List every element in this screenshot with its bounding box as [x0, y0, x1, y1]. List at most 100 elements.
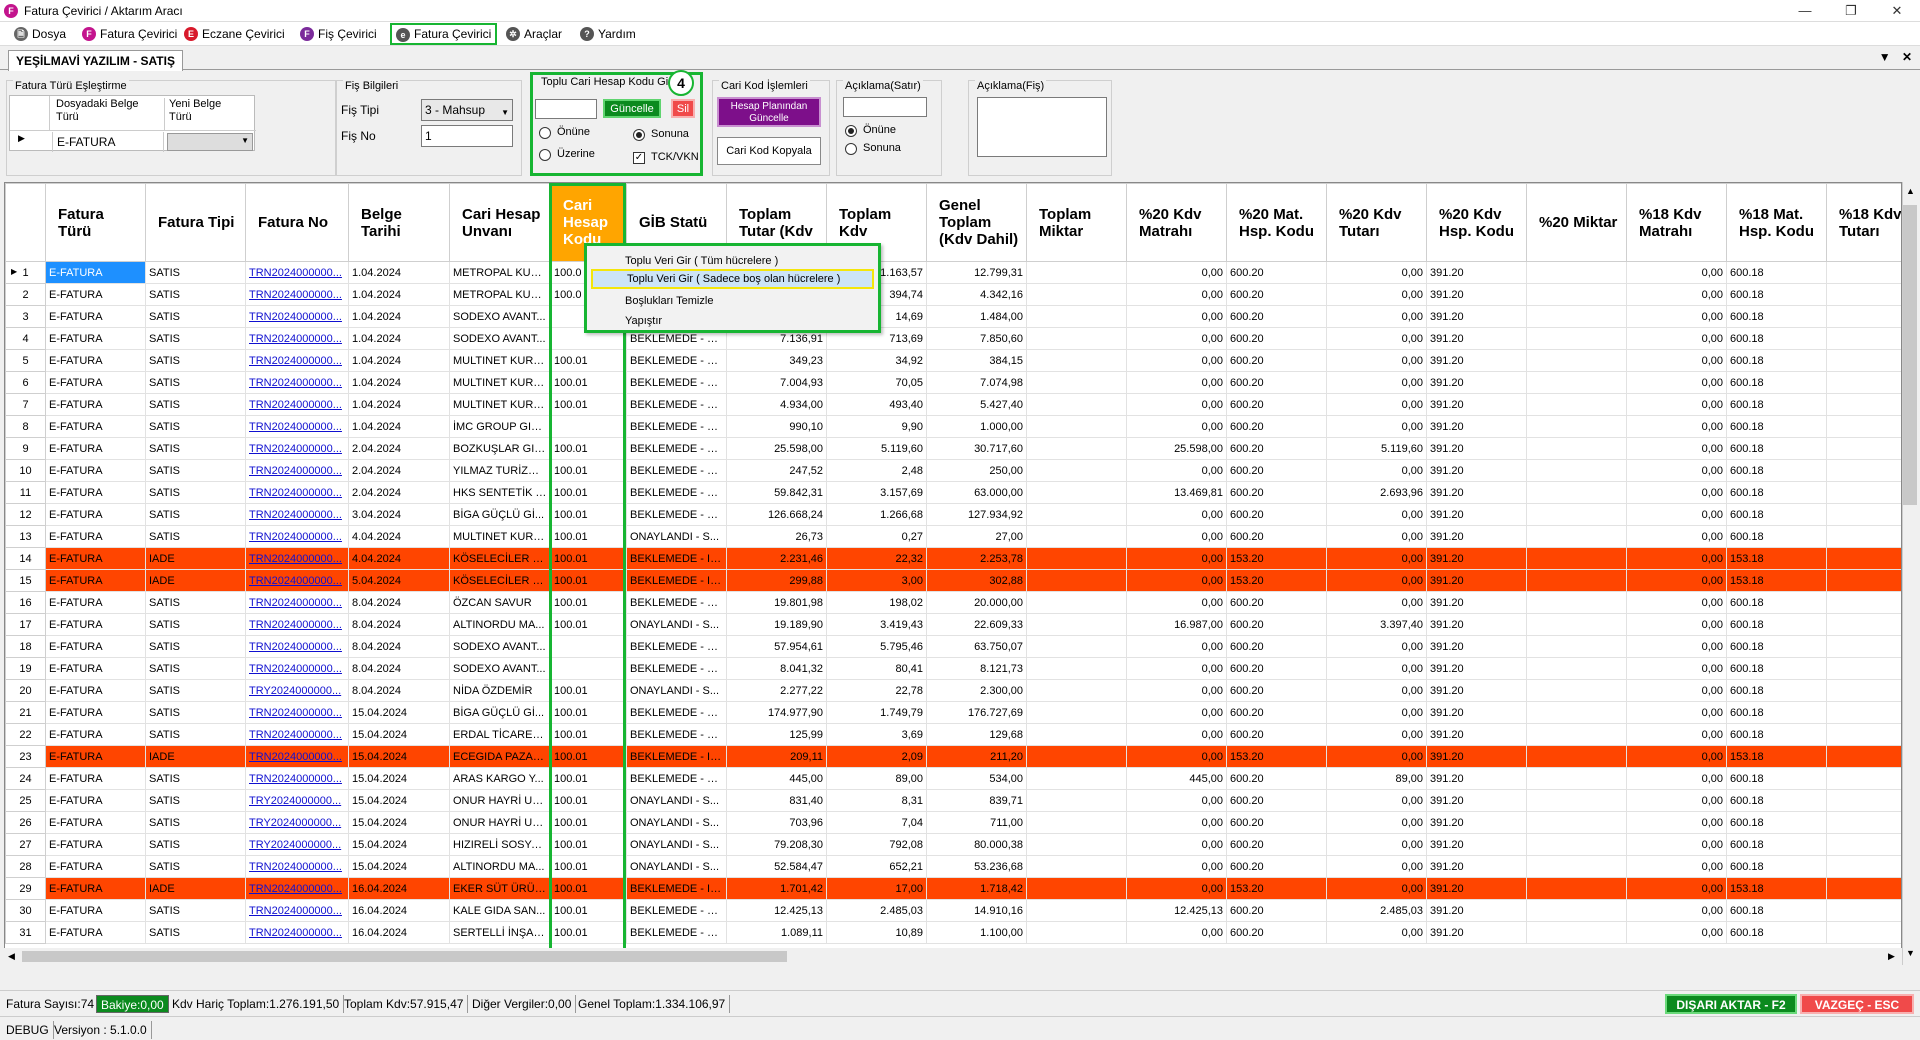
- table-row[interactable]: 12 E-FATURA SATIS TRN2024000000... 3.04.2024…: [5, 503, 1901, 526]
- table-cell[interactable]: 5.795,46: [826, 635, 927, 658]
- table-cell[interactable]: 652,21: [826, 855, 927, 878]
- column-header[interactable]: %20 Kdv Tutarı: [1326, 183, 1427, 262]
- table-cell[interactable]: 0,00: [1126, 723, 1227, 746]
- table-cell[interactable]: HKS SENTETİK T...: [449, 481, 551, 504]
- table-cell[interactable]: 1.04.2024: [348, 261, 450, 284]
- table-cell[interactable]: BEKLEMEDE - SA...: [626, 635, 727, 658]
- table-cell[interactable]: [1826, 657, 1901, 680]
- table-cell[interactable]: E-FATURA: [45, 547, 146, 570]
- disari-aktar-button[interactable]: DIŞARI AKTAR - F2: [1665, 994, 1797, 1014]
- table-cell[interactable]: BEKLEMEDE - SA...: [626, 591, 727, 614]
- table-cell[interactable]: 711,00: [926, 811, 1027, 834]
- column-header[interactable]: Genel Toplam (Kdv Dahil): [926, 183, 1027, 262]
- table-cell[interactable]: 153.18: [1726, 877, 1827, 900]
- table-cell[interactable]: [1526, 635, 1627, 658]
- table-cell[interactable]: 1.100,00: [926, 921, 1027, 944]
- table-cell[interactable]: 30.717,60: [926, 437, 1027, 460]
- table-cell[interactable]: [1026, 569, 1127, 592]
- table-cell[interactable]: TRN2024000000...: [245, 327, 349, 350]
- table-cell[interactable]: [1026, 503, 1127, 526]
- table-cell[interactable]: SODEXO AVANT...: [449, 657, 551, 680]
- table-cell[interactable]: 302,88: [926, 569, 1027, 592]
- yeni-belge-turu-select[interactable]: ▼: [167, 133, 253, 151]
- table-cell[interactable]: 391.20: [1426, 371, 1527, 394]
- table-cell[interactable]: 1.266,68: [826, 503, 927, 526]
- table-row[interactable]: 22 E-FATURA SATIS TRN2024000000... 15.04.202…: [5, 723, 1901, 746]
- table-cell[interactable]: 600.20: [1226, 459, 1327, 482]
- table-cell[interactable]: E-FATURA: [45, 855, 146, 878]
- table-cell[interactable]: SATIS: [145, 855, 246, 878]
- table-cell[interactable]: 600.20: [1226, 481, 1327, 504]
- table-cell[interactable]: 600.18: [1726, 371, 1827, 394]
- table-cell[interactable]: E-FATURA: [45, 723, 146, 746]
- table-cell[interactable]: [1826, 525, 1901, 548]
- table-cell[interactable]: 391.20: [1426, 921, 1527, 944]
- table-cell[interactable]: 1.701,42: [726, 877, 827, 900]
- table-cell[interactable]: E-FATURA: [45, 811, 146, 834]
- vazgec-button[interactable]: VAZGEÇ - ESC: [1800, 994, 1914, 1014]
- table-cell[interactable]: 0,00: [1126, 349, 1227, 372]
- table-cell[interactable]: E-FATURA: [45, 371, 146, 394]
- uzerine-radio[interactable]: [539, 149, 551, 161]
- table-cell[interactable]: 3,00: [826, 569, 927, 592]
- table-cell[interactable]: 600.18: [1726, 459, 1827, 482]
- table-cell[interactable]: [1526, 349, 1627, 372]
- table-cell[interactable]: YILMAZ TURİZM ...: [449, 459, 551, 482]
- table-cell[interactable]: 391.20: [1426, 283, 1527, 306]
- table-cell[interactable]: ONUR HAYRİ US...: [449, 811, 551, 834]
- scroll-right-icon[interactable]: ▶: [1888, 951, 1895, 962]
- table-cell[interactable]: SATIS: [145, 679, 246, 702]
- table-cell[interactable]: ONAYLANDI - S...: [626, 613, 727, 636]
- column-header[interactable]: %20 Miktar: [1526, 183, 1627, 262]
- table-cell[interactable]: MULTINET KURU...: [449, 525, 551, 548]
- table-cell[interactable]: [1026, 371, 1127, 394]
- table-cell[interactable]: 600.20: [1226, 635, 1327, 658]
- table-cell[interactable]: 299,88: [726, 569, 827, 592]
- table-cell[interactable]: 2.04.2024: [348, 481, 450, 504]
- table-cell[interactable]: 25.598,00: [726, 437, 827, 460]
- table-row[interactable]: 5 E-FATURA SATIS TRN2024000000... 1.04.2024 M…: [5, 349, 1901, 372]
- table-cell[interactable]: 391.20: [1426, 547, 1527, 570]
- table-cell[interactable]: 63.750,07: [926, 635, 1027, 658]
- table-cell[interactable]: BEKLEMEDE - SA...: [626, 503, 727, 526]
- table-cell[interactable]: SATIS: [145, 283, 246, 306]
- table-row[interactable]: 28 E-FATURA SATIS TRN2024000000... 15.04.202…: [5, 855, 1901, 878]
- table-cell[interactable]: [1826, 459, 1901, 482]
- horizontal-scroll-thumb[interactable]: [22, 951, 787, 962]
- table-cell[interactable]: 63.000,00: [926, 481, 1027, 504]
- table-cell[interactable]: SATIS: [145, 525, 246, 548]
- table-cell[interactable]: SATIS: [145, 657, 246, 680]
- table-cell[interactable]: 839,71: [926, 789, 1027, 812]
- table-row[interactable]: 1 ▶ E-FATURA SATIS TRN2024000000... 1.04.2024…: [5, 261, 1901, 284]
- table-cell[interactable]: 10,89: [826, 921, 927, 944]
- table-cell[interactable]: 0,00: [1126, 635, 1227, 658]
- table-cell[interactable]: 127.934,92: [926, 503, 1027, 526]
- table-cell[interactable]: 0,00: [1626, 393, 1727, 416]
- table-cell[interactable]: 0,00: [1626, 635, 1727, 658]
- table-cell[interactable]: SATIS: [145, 305, 246, 328]
- menu-item-4[interactable]: e Fatura Çevirici: [390, 23, 498, 45]
- table-cell[interactable]: TRN2024000000...: [245, 503, 349, 526]
- table-cell[interactable]: 0,00: [1626, 767, 1727, 790]
- table-row[interactable]: 30 E-FATURA SATIS TRN2024000000... 16.04.202…: [5, 899, 1901, 922]
- table-cell[interactable]: 1.04.2024: [348, 327, 450, 350]
- table-cell[interactable]: METROPAL KUR...: [449, 283, 551, 306]
- table-cell[interactable]: 0,00: [1326, 503, 1427, 526]
- table-cell[interactable]: [1026, 679, 1127, 702]
- table-cell[interactable]: 16.04.2024: [348, 921, 450, 944]
- table-cell[interactable]: SATIS: [145, 613, 246, 636]
- table-cell[interactable]: ALTINORDU MA...: [449, 613, 551, 636]
- table-cell[interactable]: 0,00: [1626, 789, 1727, 812]
- table-cell[interactable]: [1826, 349, 1901, 372]
- table-cell[interactable]: MULTINET KURU...: [449, 393, 551, 416]
- table-cell[interactable]: 0,00: [1626, 437, 1727, 460]
- aciklama-onune-radio[interactable]: [845, 125, 857, 137]
- table-cell[interactable]: 2.231,46: [726, 547, 827, 570]
- table-cell[interactable]: 391.20: [1426, 899, 1527, 922]
- table-cell[interactable]: 8.041,32: [726, 657, 827, 680]
- table-cell[interactable]: [1826, 767, 1901, 790]
- table-cell[interactable]: [1026, 745, 1127, 768]
- table-cell[interactable]: [1026, 767, 1127, 790]
- table-cell[interactable]: [1526, 679, 1627, 702]
- table-cell[interactable]: ONAYLANDI - S...: [626, 679, 727, 702]
